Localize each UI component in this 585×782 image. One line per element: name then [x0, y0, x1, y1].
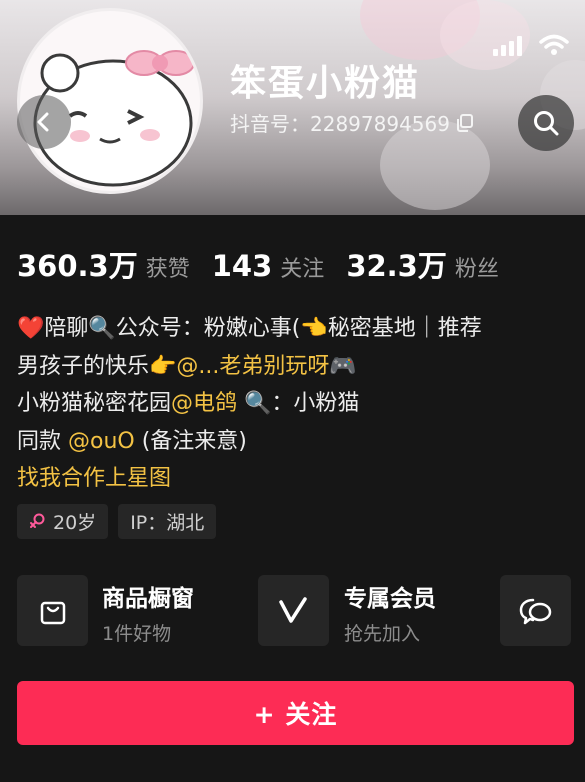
mention-link[interactable]: @ouO: [68, 429, 135, 454]
likes-count: 360.3万: [17, 249, 138, 283]
bio-text: (备注来意): [134, 428, 247, 454]
bio-line: 同款 @ouO (备注来意): [17, 423, 577, 461]
shop-window-title[interactable]: 商品橱窗: [102, 579, 194, 613]
douyin-id[interactable]: 抖音号：22897894569: [230, 108, 474, 137]
bio-line: 男孩子的快乐👉@...老弟别玩呀🎮: [17, 348, 577, 386]
profile-tags: 20岁 IP：湖北: [17, 504, 217, 539]
bio-text: 🎮: [329, 353, 357, 379]
bio-text: ❤️陪聊🔍公众号：粉嫩心事(👈秘密基地｜推荐: [17, 316, 482, 341]
followers-count: 32.3万: [346, 249, 447, 283]
chat-bubble-icon: [519, 598, 551, 624]
mention-link[interactable]: @...老弟别玩呀: [176, 354, 329, 379]
back-button[interactable]: [17, 95, 71, 149]
ip-tag: IP：湖北: [118, 504, 217, 539]
feature-cards: 商品橱窗 1件好物 专属会员 抢先加入: [17, 575, 573, 647]
shop-window-card[interactable]: [17, 575, 88, 646]
female-icon: [30, 513, 45, 528]
status-bar: [493, 34, 569, 56]
ip-label: IP：湖北: [130, 512, 205, 534]
group-chat-card[interactable]: [500, 575, 571, 646]
profile-header: 笨蛋小粉猫 抖音号：22897894569: [0, 0, 585, 215]
cellular-signal-icon: [493, 36, 522, 56]
profile-stats: 360.3万 获赞 143 关注 32.3万 粉丝: [17, 243, 521, 285]
profile-nickname: 笨蛋小粉猫: [230, 63, 421, 104]
bio-text: 🔍：小粉猫: [237, 391, 360, 416]
shopping-bag-icon: [40, 601, 65, 624]
search-icon: [534, 111, 559, 136]
profile-bio: ❤️陪聊🔍公众号：粉嫩心事(👈秘密基地｜推荐 男孩子的快乐👉@...老弟别玩呀🎮…: [17, 310, 577, 498]
membership-card[interactable]: [258, 575, 329, 646]
mention-link[interactable]: @电鸽: [171, 391, 237, 416]
bio-text: 小粉猫秘密花园: [17, 391, 172, 416]
vip-v-icon: [278, 596, 307, 623]
cooperation-link[interactable]: 找我合作上星图: [17, 460, 577, 498]
bio-line: 小粉猫秘密花园@电鸽 🔍：小粉猫: [17, 385, 577, 423]
follow-button[interactable]: + 关注: [17, 681, 574, 745]
bio-text: 男孩子的快乐👉: [17, 353, 177, 379]
followers-label: 粉丝: [454, 257, 499, 282]
age-tag: 20岁: [17, 504, 109, 539]
likes-label: 获赞: [145, 257, 190, 282]
stat-likes[interactable]: 360.3万 获赞: [17, 243, 190, 285]
bio-line: ❤️陪聊🔍公众号：粉嫩心事(👈秘密基地｜推荐: [17, 310, 577, 348]
chevron-left-icon: [37, 112, 49, 132]
bio-text: 同款: [17, 428, 68, 454]
following-count: 143: [211, 249, 273, 283]
following-label: 关注: [280, 257, 325, 282]
wifi-icon: [539, 34, 569, 55]
membership-title[interactable]: 专属会员: [344, 579, 436, 613]
shop-window-subtitle: 1件好物: [102, 623, 172, 645]
age-label: 20岁: [53, 512, 97, 534]
copy-icon[interactable]: [456, 113, 474, 132]
search-button[interactable]: [518, 95, 574, 151]
stat-following[interactable]: 143 关注: [212, 249, 325, 283]
membership-subtitle: 抢先加入: [344, 623, 421, 645]
douyin-id-text: 抖音号：22897894569: [230, 112, 450, 136]
stat-followers[interactable]: 32.3万 粉丝: [346, 243, 499, 285]
